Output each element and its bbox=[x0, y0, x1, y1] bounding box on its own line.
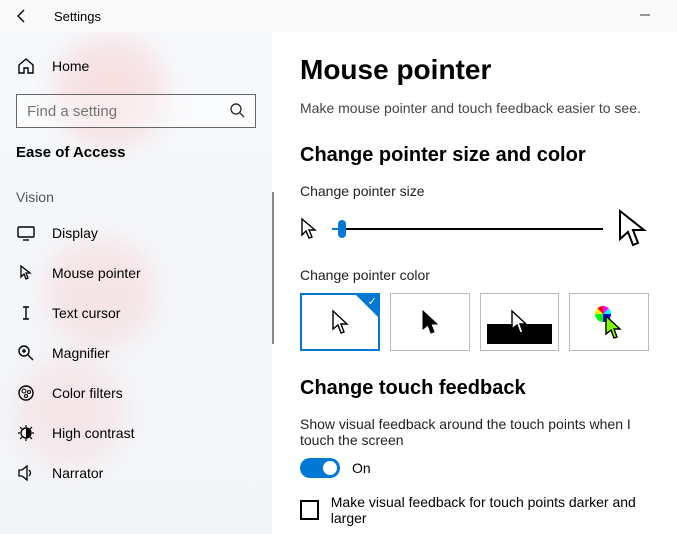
darker-larger-checkbox[interactable] bbox=[300, 500, 319, 520]
pointer-color-inverted[interactable] bbox=[480, 293, 560, 351]
pointer-color-custom[interactable] bbox=[569, 293, 649, 351]
magnifier-icon bbox=[16, 343, 36, 363]
nav-color-filters[interactable]: Color filters bbox=[0, 373, 272, 413]
pointer-color-black[interactable] bbox=[390, 293, 470, 351]
page-subtitle: Make mouse pointer and touch feedback ea… bbox=[300, 100, 649, 116]
touch-desc: Show visual feedback around the touch po… bbox=[300, 416, 649, 448]
home-icon bbox=[16, 56, 36, 76]
section-heading-size-color: Change pointer size and color bbox=[300, 144, 649, 167]
nav-item-label: Mouse pointer bbox=[52, 265, 141, 281]
pointer-size-slider[interactable] bbox=[332, 217, 603, 241]
mouse-pointer-icon bbox=[16, 263, 36, 283]
color-filters-icon bbox=[16, 383, 36, 403]
nav-item-label: Color filters bbox=[52, 385, 123, 401]
scroll-indicator[interactable] bbox=[272, 192, 274, 344]
check-icon: ✓ bbox=[368, 295, 377, 308]
app-title: Settings bbox=[54, 9, 101, 24]
search-icon bbox=[229, 102, 245, 121]
page-title: Mouse pointer bbox=[300, 54, 649, 86]
main-content: Mouse pointer Make mouse pointer and tou… bbox=[272, 32, 677, 534]
checkbox-label: Make visual feedback for touch points da… bbox=[331, 494, 649, 526]
nav-item-label: Display bbox=[52, 225, 98, 241]
pointer-color-label: Change pointer color bbox=[300, 267, 649, 283]
nav-home-label: Home bbox=[52, 58, 89, 74]
slider-thumb[interactable] bbox=[338, 220, 346, 238]
cursor-small-icon bbox=[300, 217, 318, 241]
nav-item-label: Narrator bbox=[52, 465, 103, 481]
nav-magnifier[interactable]: Magnifier bbox=[0, 333, 272, 373]
toggle-state-label: On bbox=[352, 460, 371, 476]
search-input[interactable] bbox=[27, 103, 229, 120]
nav-text-cursor[interactable]: Text cursor bbox=[0, 293, 272, 333]
nav-home[interactable]: Home bbox=[0, 46, 272, 86]
touch-feedback-toggle[interactable] bbox=[300, 458, 340, 478]
nav-high-contrast[interactable]: High contrast bbox=[0, 413, 272, 453]
minimize-button[interactable] bbox=[625, 8, 665, 24]
nav-display[interactable]: Display bbox=[0, 213, 272, 253]
nav-item-label: Magnifier bbox=[52, 345, 110, 361]
pointer-size-label: Change pointer size bbox=[300, 183, 649, 199]
search-box[interactable] bbox=[16, 94, 256, 128]
cursor-large-icon bbox=[617, 209, 649, 249]
high-contrast-icon bbox=[16, 423, 36, 443]
pointer-color-white[interactable]: ✓ bbox=[300, 293, 380, 351]
sidebar: Home Ease of Access Vision Display Mouse… bbox=[0, 32, 272, 534]
nav-item-label: Text cursor bbox=[52, 305, 120, 321]
nav-item-label: High contrast bbox=[52, 425, 134, 441]
text-cursor-icon bbox=[16, 303, 36, 323]
nav-narrator[interactable]: Narrator bbox=[0, 453, 272, 493]
nav-mouse-pointer[interactable]: Mouse pointer bbox=[0, 253, 272, 293]
group-label-vision: Vision bbox=[0, 175, 272, 213]
narrator-icon bbox=[16, 463, 36, 483]
back-button[interactable] bbox=[12, 6, 32, 26]
section-title: Ease of Access bbox=[0, 144, 272, 161]
display-icon bbox=[16, 223, 36, 243]
section-heading-touch: Change touch feedback bbox=[300, 377, 649, 400]
